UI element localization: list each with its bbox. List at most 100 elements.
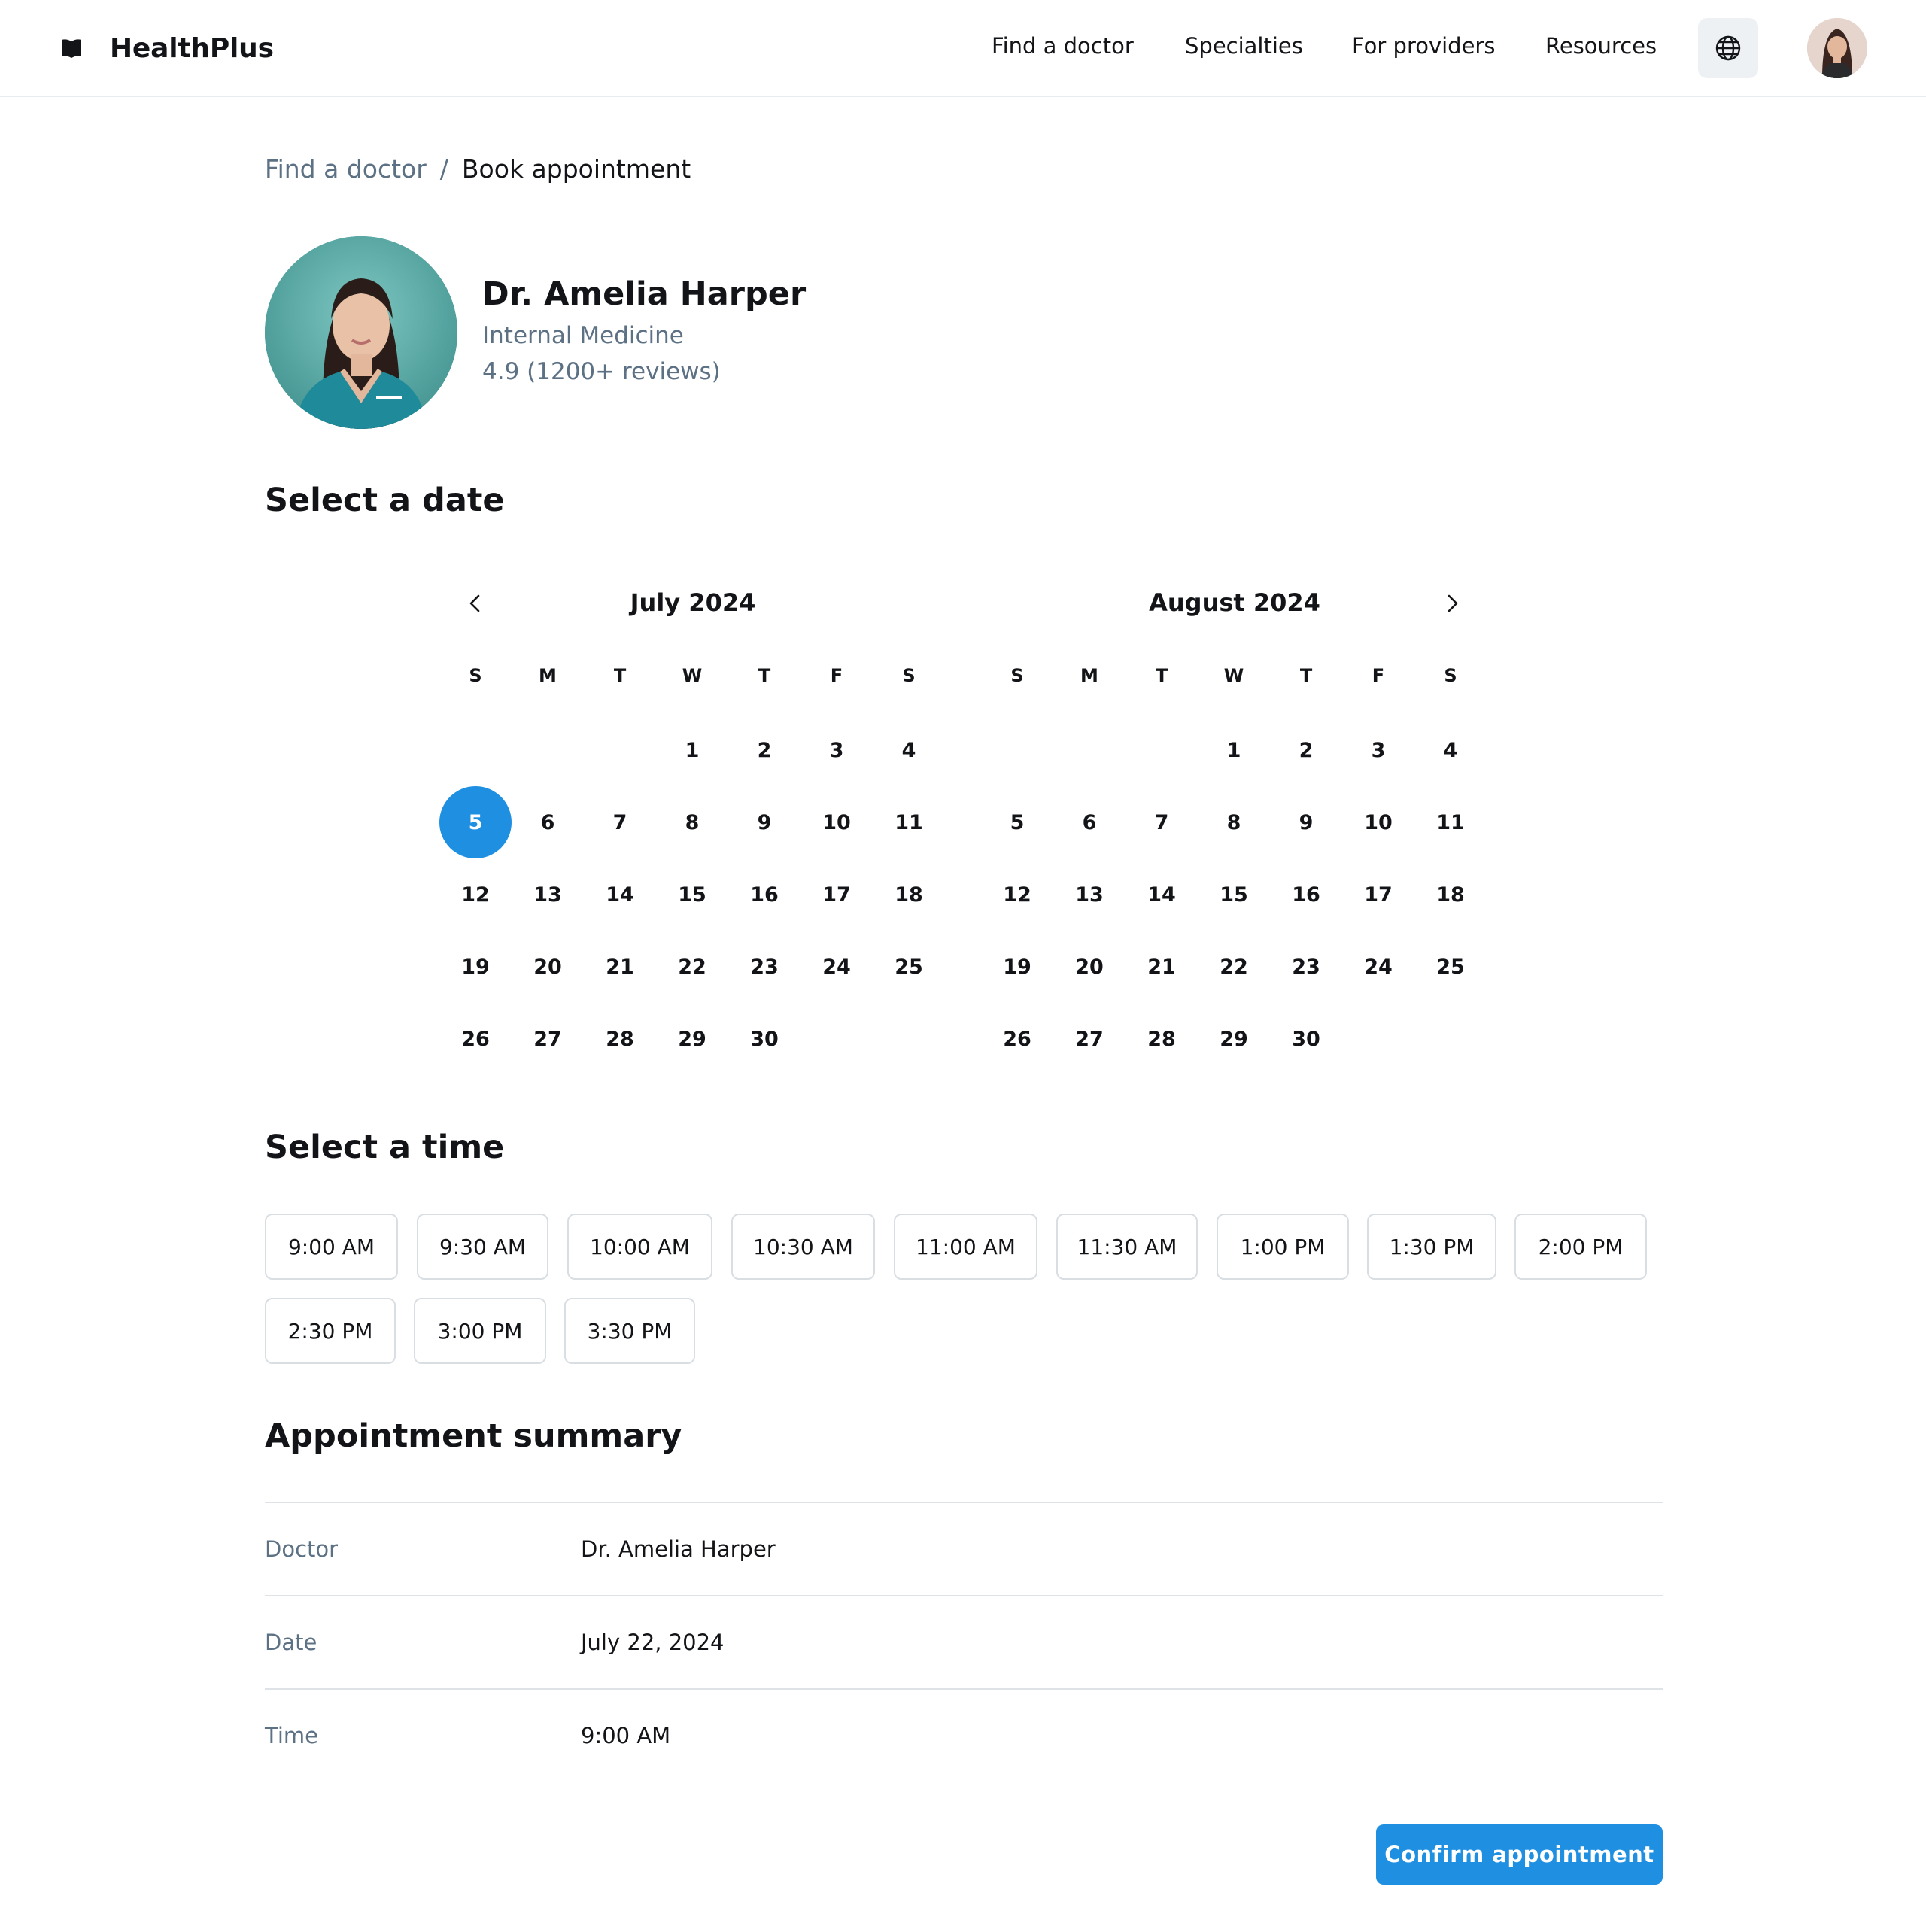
day-august-7[interactable]: 7 bbox=[1126, 786, 1198, 858]
day-august-26[interactable]: 26 bbox=[981, 1003, 1053, 1075]
avatar-portrait bbox=[1807, 18, 1867, 78]
day-july-7[interactable]: 7 bbox=[584, 786, 656, 858]
time-slot-button[interactable]: 3:00 PM bbox=[414, 1298, 546, 1364]
day-august-6[interactable]: 6 bbox=[1053, 786, 1126, 858]
day-august-4[interactable]: 4 bbox=[1414, 714, 1487, 786]
book-icon bbox=[62, 39, 81, 58]
day-august-15[interactable]: 15 bbox=[1198, 858, 1270, 931]
time-slot-button[interactable]: 1:00 PM bbox=[1217, 1214, 1349, 1280]
day-august-27[interactable]: 27 bbox=[1053, 1003, 1126, 1075]
weekday-header: F bbox=[830, 665, 843, 686]
summary-date-label: Date bbox=[265, 1630, 317, 1655]
day-july-26[interactable]: 26 bbox=[439, 1003, 512, 1075]
weekday-header: S bbox=[902, 665, 916, 686]
day-august-11[interactable]: 11 bbox=[1414, 786, 1487, 858]
select-date-title: Select a date bbox=[265, 481, 505, 519]
summary-divider bbox=[265, 1595, 1663, 1596]
day-july-15[interactable]: 15 bbox=[656, 858, 728, 931]
day-july-21[interactable]: 21 bbox=[584, 931, 656, 1003]
day-august-13[interactable]: 13 bbox=[1053, 858, 1126, 931]
summary-time-value: 9:00 AM bbox=[581, 1723, 671, 1748]
day-july-23[interactable]: 23 bbox=[728, 931, 800, 1003]
day-august-12[interactable]: 12 bbox=[981, 858, 1053, 931]
day-august-16[interactable]: 16 bbox=[1270, 858, 1342, 931]
day-august-19[interactable]: 19 bbox=[981, 931, 1053, 1003]
day-july-18[interactable]: 18 bbox=[873, 858, 945, 931]
day-august-2[interactable]: 2 bbox=[1270, 714, 1342, 786]
language-button[interactable] bbox=[1698, 18, 1758, 78]
day-july-10[interactable]: 10 bbox=[800, 786, 873, 858]
next-month-button[interactable] bbox=[1431, 582, 1473, 624]
day-august-22[interactable]: 22 bbox=[1198, 931, 1270, 1003]
day-august-3[interactable]: 3 bbox=[1342, 714, 1414, 786]
time-slot-button[interactable]: 10:30 AM bbox=[731, 1214, 875, 1280]
day-july-28[interactable]: 28 bbox=[584, 1003, 656, 1075]
doctor-photo bbox=[265, 236, 457, 429]
day-august-17[interactable]: 17 bbox=[1342, 858, 1414, 931]
day-july-9[interactable]: 9 bbox=[728, 786, 800, 858]
day-july-5[interactable]: 5 bbox=[439, 786, 512, 858]
day-august-5[interactable]: 5 bbox=[981, 786, 1053, 858]
day-july-11[interactable]: 11 bbox=[873, 786, 945, 858]
day-august-1[interactable]: 1 bbox=[1198, 714, 1270, 786]
breadcrumb-find-a-doctor[interactable]: Find a doctor bbox=[265, 154, 427, 184]
day-july-4[interactable]: 4 bbox=[873, 714, 945, 786]
previous-month-button[interactable] bbox=[454, 582, 497, 624]
select-time-title: Select a time bbox=[265, 1129, 505, 1166]
weekday-header: T bbox=[613, 665, 627, 686]
day-august-14[interactable]: 14 bbox=[1126, 858, 1198, 931]
day-august-23[interactable]: 23 bbox=[1270, 931, 1342, 1003]
time-slot-button[interactable]: 9:30 AM bbox=[417, 1214, 548, 1280]
time-slot-button[interactable]: 1:30 PM bbox=[1367, 1214, 1496, 1280]
nav-specialties[interactable]: Specialties bbox=[1185, 33, 1303, 59]
time-slot-button[interactable]: 10:00 AM bbox=[567, 1214, 712, 1280]
nav-resources[interactable]: Resources bbox=[1545, 33, 1657, 59]
doctor-specialty: Internal Medicine bbox=[482, 322, 684, 349]
time-slot-button[interactable]: 11:30 AM bbox=[1056, 1214, 1198, 1280]
day-august-24[interactable]: 24 bbox=[1342, 931, 1414, 1003]
day-august-29[interactable]: 29 bbox=[1198, 1003, 1270, 1075]
day-july-2[interactable]: 2 bbox=[728, 714, 800, 786]
summary-doctor-label: Doctor bbox=[265, 1536, 339, 1562]
day-august-25[interactable]: 25 bbox=[1414, 931, 1487, 1003]
day-july-12[interactable]: 12 bbox=[439, 858, 512, 931]
day-july-3[interactable]: 3 bbox=[800, 714, 873, 786]
confirm-appointment-button[interactable]: Confirm appointment bbox=[1376, 1824, 1663, 1885]
day-august-20[interactable]: 20 bbox=[1053, 931, 1126, 1003]
day-july-24[interactable]: 24 bbox=[800, 931, 873, 1003]
nav-find-a-doctor[interactable]: Find a doctor bbox=[992, 33, 1134, 59]
day-july-27[interactable]: 27 bbox=[512, 1003, 584, 1075]
day-august-28[interactable]: 28 bbox=[1126, 1003, 1198, 1075]
day-july-25[interactable]: 25 bbox=[873, 931, 945, 1003]
day-july-6[interactable]: 6 bbox=[512, 786, 584, 858]
day-july-13[interactable]: 13 bbox=[512, 858, 584, 931]
brand[interactable]: HealthPlus bbox=[60, 30, 274, 66]
summary-date-value: July 22, 2024 bbox=[581, 1630, 725, 1655]
time-slot-button[interactable]: 2:30 PM bbox=[265, 1298, 396, 1364]
nav-for-providers[interactable]: For providers bbox=[1352, 33, 1495, 59]
time-slot-button[interactable]: 11:00 AM bbox=[894, 1214, 1037, 1280]
user-avatar[interactable] bbox=[1807, 18, 1867, 78]
day-july-1[interactable]: 1 bbox=[656, 714, 728, 786]
day-august-30[interactable]: 30 bbox=[1270, 1003, 1342, 1075]
day-august-18[interactable]: 18 bbox=[1414, 858, 1487, 931]
day-july-20[interactable]: 20 bbox=[512, 931, 584, 1003]
day-july-16[interactable]: 16 bbox=[728, 858, 800, 931]
time-slot-button[interactable]: 2:00 PM bbox=[1514, 1214, 1647, 1280]
day-august-9[interactable]: 9 bbox=[1270, 786, 1342, 858]
time-slot-button[interactable]: 9:00 AM bbox=[265, 1214, 398, 1280]
day-july-30[interactable]: 30 bbox=[728, 1003, 800, 1075]
doctor-name: Dr. Amelia Harper bbox=[482, 275, 807, 313]
day-july-14[interactable]: 14 bbox=[584, 858, 656, 931]
time-slot-button[interactable]: 3:30 PM bbox=[564, 1298, 695, 1364]
day-july-19[interactable]: 19 bbox=[439, 931, 512, 1003]
day-august-21[interactable]: 21 bbox=[1126, 931, 1198, 1003]
day-august-8[interactable]: 8 bbox=[1198, 786, 1270, 858]
day-july-22[interactable]: 22 bbox=[656, 931, 728, 1003]
day-july-29[interactable]: 29 bbox=[656, 1003, 728, 1075]
weekday-header: T bbox=[758, 665, 771, 686]
day-july-8[interactable]: 8 bbox=[656, 786, 728, 858]
brand-name: HealthPlus bbox=[110, 32, 274, 64]
day-august-10[interactable]: 10 bbox=[1342, 786, 1414, 858]
day-july-17[interactable]: 17 bbox=[800, 858, 873, 931]
